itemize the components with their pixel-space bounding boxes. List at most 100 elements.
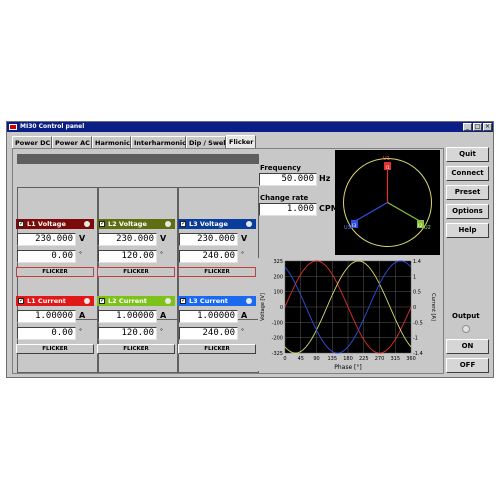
l2-current-label: L2 Current	[108, 297, 147, 305]
tab-flicker[interactable]: Flicker	[226, 135, 256, 148]
l2-current-magnitude-input[interactable]: 1.00000	[98, 310, 157, 323]
y-right-tick-label: 0.5	[413, 290, 421, 296]
l2-voltage-magnitude-input[interactable]: 230.000	[98, 233, 157, 246]
l3-voltage-magnitude-input[interactable]: 230.000	[179, 233, 238, 246]
preset-button[interactable]: Preset	[446, 185, 489, 200]
l3-current-label: L3 Current	[189, 297, 228, 305]
l2-voltage-checkbox[interactable]: ✓	[99, 221, 105, 227]
x-tick-label: 45	[298, 356, 304, 362]
l1-current-angle-input[interactable]: 0.00	[17, 327, 76, 340]
x-tick-label: 270	[375, 356, 385, 362]
frequency-input[interactable]: 50.000	[259, 173, 317, 186]
l1-voltage-header: ✓ L1 Voltage	[16, 219, 94, 229]
l1-current-header: ✓ L1 Current	[16, 296, 94, 306]
phasor-label-u3: U3	[344, 225, 351, 231]
phasor-label-i3: I3	[352, 223, 356, 229]
x-tick-label: 0	[283, 356, 286, 362]
waveform-chart: 0 45 90 135 180 225 270 315 360 325 1.4 200 1 100 0.5 0…	[258, 258, 436, 371]
l1-voltage-angle-unit: °	[79, 251, 82, 258]
l3-current-magnitude-input[interactable]: 1.00000	[179, 310, 238, 323]
l3-current-header: ✓ L3 Current	[178, 296, 256, 306]
l1-current-checkbox[interactable]: ✓	[18, 298, 24, 304]
tab-power-ac[interactable]: Power AC	[52, 136, 92, 148]
tab-interharmonic[interactable]: Interharmonic	[131, 136, 186, 148]
y-right-tick-label: -1.4	[413, 351, 423, 357]
y-left-tick-label: 325	[273, 259, 283, 265]
y-right-tick-label: -1	[413, 336, 418, 342]
tab-dip-swell[interactable]: Dip / Swell	[186, 136, 228, 148]
maximize-button[interactable]: □	[473, 123, 482, 131]
y-right-tick-label: -0.5	[413, 320, 423, 326]
l2-current-header: ✓ L2 Current	[97, 296, 175, 306]
l1-current-unit: A	[79, 311, 86, 320]
change-rate-label: Change rate	[260, 194, 309, 202]
l3-current-unit: A	[241, 311, 248, 320]
l1-current-flicker-button[interactable]: FLICKER	[16, 344, 94, 354]
l1-voltage-checkbox[interactable]: ✓	[18, 221, 24, 227]
l3-current-checkbox[interactable]: ✓	[180, 298, 186, 304]
l1-voltage-magnitude-input[interactable]: 230.000	[17, 233, 76, 246]
y-right-tick-label: 1.4	[413, 259, 421, 265]
l1-current-label: L1 Current	[27, 297, 66, 305]
l2-current-angle-unit: °	[160, 328, 163, 335]
l3-voltage-angle-input[interactable]: 240.00	[179, 250, 238, 263]
l2-current-unit: A	[160, 311, 167, 320]
frequency-unit: Hz	[319, 174, 331, 183]
l2-current-flicker-button[interactable]: FLICKER	[97, 344, 175, 354]
tab-harmonic[interactable]: Harmonic	[92, 136, 131, 148]
l2-current-angle-input[interactable]: 120.00	[98, 327, 157, 340]
l2-voltage-header: ✓ L2 Voltage	[97, 219, 175, 229]
l3-current-flicker-button[interactable]: FLICKER	[178, 344, 256, 354]
l3-current-angle-input[interactable]: 240.00	[179, 327, 238, 340]
x-axis-label: Phase [°]	[334, 364, 362, 371]
change-rate-input[interactable]: 1.000	[259, 203, 317, 216]
minimize-button[interactable]: _	[463, 123, 472, 131]
output-label: Output	[452, 312, 480, 320]
phasor-label-u2: U2	[424, 225, 431, 231]
l3-voltage-angle-unit: °	[241, 251, 244, 258]
panel-header-bar	[17, 154, 259, 164]
y-left-tick-label: 0	[280, 305, 283, 311]
l2-voltage-unit: V	[160, 234, 167, 243]
tab-power-dc[interactable]: Power DC	[12, 136, 52, 148]
x-tick-label: 315	[390, 356, 400, 362]
l2-voltage-angle-input[interactable]: 120.00	[98, 250, 157, 263]
phasor-diagram: U1 I1 I2 U2 U3 I3	[335, 150, 440, 255]
l1-voltage-unit: V	[79, 234, 86, 243]
l3-voltage-checkbox[interactable]: ✓	[180, 221, 186, 227]
connect-button[interactable]: Connect	[446, 166, 489, 181]
x-tick-label: 135	[327, 356, 337, 362]
l2-voltage-led-icon	[165, 221, 171, 227]
y-left-tick-label: -200	[272, 336, 283, 342]
options-button[interactable]: Options	[446, 204, 489, 219]
l3-voltage-flicker-button[interactable]: FLICKER	[178, 267, 256, 277]
waveform-svg: 0 45 90 135 180 225 270 315 360325 1.4200 1100 0.50…	[260, 259, 436, 371]
x-tick-label: 90	[313, 356, 319, 362]
y-left-tick-label: -100	[272, 320, 283, 326]
y-right-tick-label: 0	[413, 305, 416, 311]
l2-voltage-label: L2 Voltage	[108, 220, 147, 228]
output-led-icon	[462, 325, 470, 333]
help-button[interactable]: Help	[446, 223, 489, 238]
quit-button[interactable]: Quit	[446, 147, 489, 162]
phasor-svg: U1 I1 I2 U2 U3 I3	[343, 156, 432, 247]
output-on-button[interactable]: ON	[446, 339, 489, 354]
y-axis-left-label: Voltage [V]	[260, 293, 266, 321]
y-right-tick-label: 1	[413, 274, 416, 280]
output-off-button[interactable]: OFF	[446, 358, 489, 373]
l2-voltage-angle-unit: °	[160, 251, 163, 258]
l1-current-angle-unit: °	[79, 328, 82, 335]
close-button[interactable]: ×	[483, 123, 492, 131]
title-bar: MI30 Control panel _ □ ×	[7, 122, 493, 132]
y-left-tick-label: 200	[273, 274, 283, 280]
y-left-tick-label: 100	[273, 290, 283, 296]
l1-voltage-flicker-button[interactable]: FLICKER	[16, 267, 94, 277]
l3-voltage-led-icon	[246, 221, 252, 227]
l1-voltage-angle-input[interactable]: 0.00	[17, 250, 76, 263]
app-icon	[9, 124, 17, 130]
l2-current-checkbox[interactable]: ✓	[99, 298, 105, 304]
l2-voltage-flicker-button[interactable]: FLICKER	[97, 267, 175, 277]
l3-current-led-icon	[246, 298, 252, 304]
l1-current-magnitude-input[interactable]: 1.00000	[17, 310, 76, 323]
l1-voltage-label: L1 Voltage	[27, 220, 66, 228]
